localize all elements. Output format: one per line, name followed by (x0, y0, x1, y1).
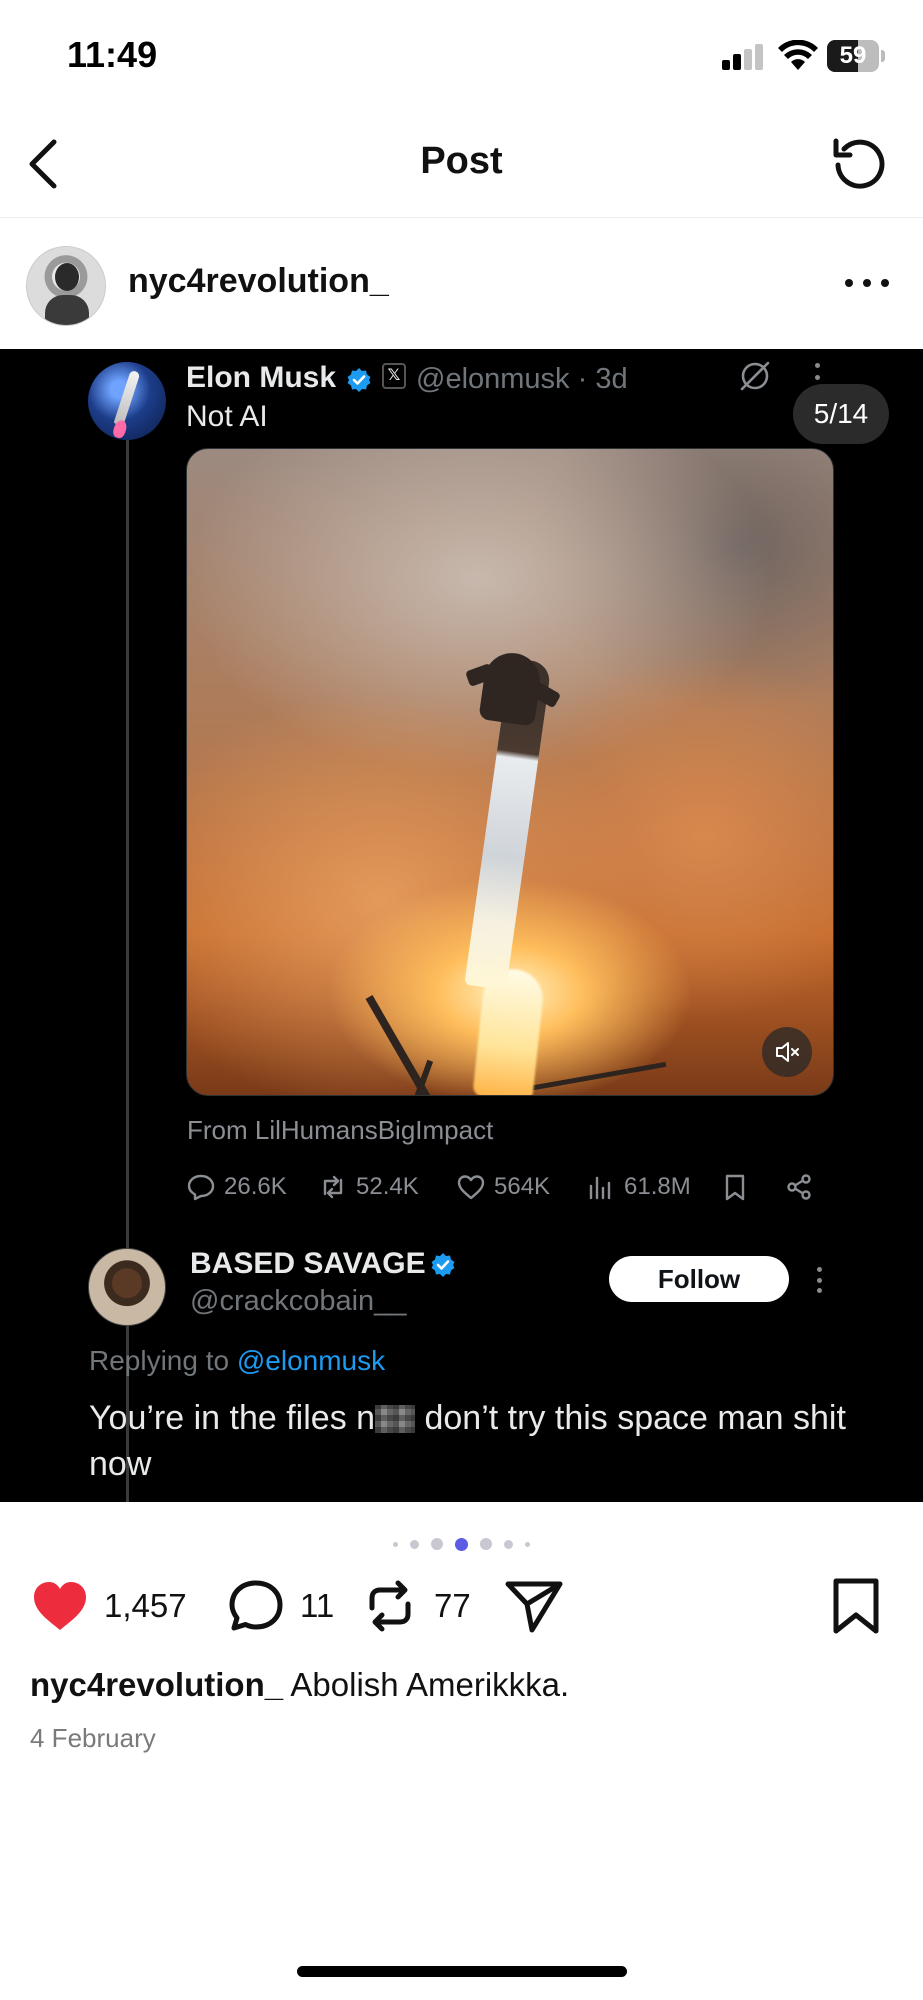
tweet-avatar (88, 362, 166, 440)
caption-text: Abolish Amerikkka. (283, 1666, 570, 1703)
refresh-button[interactable] (827, 132, 893, 198)
views-icon (589, 1176, 611, 1200)
carousel-dot (431, 1538, 443, 1550)
carousel-dot (525, 1541, 530, 1547)
post-author-row: nyc4revolution_ (0, 218, 923, 348)
view-count: 61.8M (624, 1173, 691, 1200)
reply-icon (187, 1174, 215, 1201)
tweet-author-name: Elon Musk (186, 361, 337, 394)
like-count: 564K (494, 1173, 551, 1200)
more-options-button[interactable] (845, 266, 889, 300)
carousel-dot (480, 1538, 492, 1550)
post-date: 4 February (30, 1723, 156, 1753)
repost-button[interactable]: 77 (360, 1578, 471, 1634)
comments-count: 11 (300, 1587, 335, 1624)
grok-icon (740, 361, 770, 391)
repost-icon (323, 1175, 343, 1199)
replying-mention: @elonmusk (236, 1345, 386, 1376)
carousel-dot (410, 1539, 419, 1549)
tweet-replies: 26.6K (186, 1167, 287, 1207)
tweet-handle-time: @elonmusk · 3d (416, 363, 628, 395)
censored-word (375, 1405, 416, 1433)
bookmark-icon (725, 1174, 745, 1201)
save-button[interactable] (826, 1578, 886, 1634)
status-time: 11:49 (67, 34, 158, 75)
follow-button: Follow (609, 1256, 789, 1302)
tweet-bookmark (720, 1167, 750, 1207)
verified-icon (347, 368, 371, 392)
reply-count: 26.6K (224, 1173, 287, 1200)
rocket-launch-video[interactable] (186, 448, 834, 1096)
carousel-dot-active (455, 1537, 468, 1551)
x-badge: 𝕏 (382, 363, 406, 389)
caption-username[interactable]: nyc4revolution_ (30, 1666, 283, 1703)
verified-icon (431, 1253, 455, 1277)
author-username[interactable]: nyc4revolution_ (128, 262, 389, 301)
post-action-bar: 1,457 11 77 (0, 1570, 923, 1642)
page-title: Post (420, 140, 503, 182)
thread-line (126, 437, 129, 1502)
reply-author-name: BASED SAVAGE (190, 1247, 426, 1280)
reply-text: You’re in the files n don’t try this spa… (89, 1395, 869, 1487)
reposts-count: 77 (434, 1587, 471, 1624)
author-avatar[interactable] (26, 246, 106, 326)
post-media[interactable]: Elon Musk 𝕏 @elonmusk · 3d Not AI 5/14 F… (0, 349, 923, 1502)
reply-avatar (88, 1248, 166, 1326)
signal-icon (722, 44, 766, 70)
post-caption: nyc4revolution_ Abolish Amerikkka. (30, 1666, 569, 1704)
tweet-views: 61.8M (586, 1167, 691, 1207)
like-button[interactable]: 1,457 (30, 1578, 187, 1634)
share-button[interactable] (504, 1578, 564, 1634)
tweet-likes: 564K (456, 1167, 550, 1207)
carousel-counter: 5/14 (793, 384, 889, 444)
carousel-dot (504, 1539, 513, 1549)
send-icon (505, 1581, 563, 1633)
comment-button[interactable]: 11 (226, 1578, 334, 1634)
replying-prefix: Replying to (89, 1345, 237, 1376)
carousel-dots (0, 1534, 923, 1554)
battery-level: 59 (839, 42, 867, 69)
tweet-share (784, 1167, 814, 1207)
home-indicator[interactable] (297, 1966, 627, 1977)
share-icon (787, 1174, 811, 1200)
status-bar: 11:49 59 (0, 0, 923, 110)
refresh-icon (833, 138, 885, 189)
likes-count: 1,457 (104, 1587, 187, 1624)
tweet-stats: 26.6K 52.4K 564K 61.8M (186, 1167, 816, 1207)
tweet-reposts: 52.4K (318, 1167, 419, 1207)
nav-header: Post (0, 110, 923, 218)
comment-icon (229, 1580, 283, 1631)
repost-count: 52.4K (356, 1173, 419, 1200)
save-icon (833, 1578, 879, 1634)
repost-icon (369, 1580, 411, 1632)
replying-to: Replying to @elonmusk (89, 1345, 385, 1377)
reply-more-icon (817, 1267, 823, 1293)
reply-handle: @crackcobain__ (190, 1285, 407, 1317)
carousel-dot (393, 1541, 398, 1547)
reply-text-start: You’re in the files n (89, 1399, 376, 1437)
heart-icon (34, 1582, 86, 1630)
tweet-text: Not AI (186, 400, 268, 433)
battery-icon: 59 (827, 40, 885, 72)
like-icon (457, 1175, 485, 1200)
wifi-icon (778, 40, 818, 70)
mute-button[interactable] (762, 1027, 812, 1077)
video-source: From LilHumansBigImpact (187, 1115, 494, 1145)
mute-icon (776, 1042, 799, 1062)
